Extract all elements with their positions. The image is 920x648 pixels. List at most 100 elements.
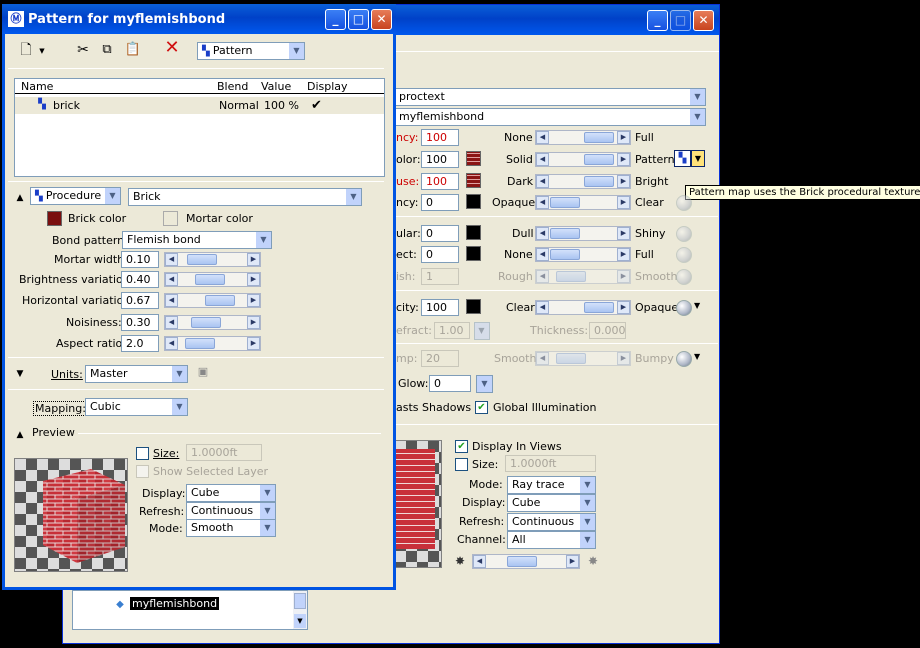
- noisiness-label: Noisiness:: [66, 316, 122, 329]
- collapse-triangle-icon[interactable]: ▲: [14, 427, 26, 443]
- specular-input[interactable]: 0: [421, 225, 459, 242]
- paste-icon[interactable]: 📋: [124, 42, 142, 58]
- new-icon[interactable]: 🗋: [16, 42, 36, 58]
- bump-input: 20: [421, 350, 459, 367]
- opacity-swatch[interactable]: [466, 299, 481, 314]
- procedure-type-dropdown[interactable]: Brick ▼: [128, 188, 362, 206]
- bond-pattern-dropdown[interactable]: Flemish bond ▼: [122, 231, 272, 249]
- row1-slider[interactable]: ◀ ▶: [535, 152, 631, 167]
- chevron-down-icon[interactable]: ▼: [294, 614, 306, 628]
- mapping-dropdown[interactable]: Cubic ▼: [85, 398, 188, 416]
- map-type-dropdown[interactable]: ▚ Pattern ▼: [197, 42, 305, 60]
- row0-slider[interactable]: ◀ ▶: [535, 130, 631, 145]
- sphere-icon: [676, 247, 692, 263]
- back-channel-value: All: [512, 533, 526, 546]
- glow-dropdown[interactable]: ▼: [476, 375, 493, 393]
- chevron-down-icon: ▼: [345, 189, 361, 205]
- preview-mode-value: Smooth: [191, 521, 234, 534]
- type-dropdown[interactable]: proctext ▼: [394, 88, 706, 106]
- tree-scrollbar[interactable]: ▼: [293, 591, 307, 629]
- back-mode-dropdown[interactable]: Ray trace ▼: [507, 476, 596, 494]
- cut-icon[interactable]: ✂: [74, 42, 92, 58]
- row2-slider[interactable]: ◀ ▶: [535, 174, 631, 189]
- back-display-dropdown[interactable]: Cube ▼: [507, 494, 596, 512]
- reflect-input[interactable]: 0: [421, 246, 459, 263]
- row7-slider[interactable]: ◀ ▶: [535, 300, 631, 315]
- copy-icon[interactable]: ⧉: [98, 42, 116, 58]
- chevron-down-icon[interactable]: ▼: [37, 43, 47, 59]
- efficiency-input[interactable]: 100: [421, 129, 459, 146]
- row3-slider[interactable]: ◀ ▶: [535, 195, 631, 210]
- tree-item-myflemishbond[interactable]: myflemishbond: [130, 597, 220, 610]
- bump-slider: ◀ ▶: [535, 351, 631, 366]
- collapse-triangle-icon[interactable]: ▲: [14, 190, 26, 206]
- reflect-swatch[interactable]: [466, 246, 481, 261]
- back-refresh-dropdown[interactable]: Continuous ▼: [507, 513, 596, 531]
- material-dropdown[interactable]: myflemishbond ▼: [394, 108, 706, 126]
- sphere-icon[interactable]: [676, 300, 692, 316]
- base-color-swatch[interactable]: [466, 151, 481, 166]
- brick-color-label: Brick color: [68, 212, 127, 225]
- noisiness-input[interactable]: 0.30: [121, 314, 159, 331]
- header-blend[interactable]: Blend: [217, 80, 248, 93]
- transparency-swatch[interactable]: [466, 194, 481, 209]
- brick-color-swatch[interactable]: [47, 211, 62, 226]
- noisiness-slider[interactable]: ◀ ▶: [164, 315, 261, 330]
- reflect-label: ect:: [396, 248, 417, 261]
- brightness-variation-slider[interactable]: ◀ ▶: [164, 272, 261, 287]
- aspect-ratio-slider[interactable]: ◀ ▶: [164, 336, 261, 351]
- row3-right-label: Clear: [635, 196, 664, 209]
- header-value[interactable]: Value: [261, 80, 291, 93]
- mortar-color-swatch[interactable]: [163, 211, 178, 226]
- lock-icon[interactable]: ▣: [196, 364, 210, 380]
- transparency-input[interactable]: 0: [421, 194, 459, 211]
- display-in-views-checkbox[interactable]: ✔: [455, 440, 468, 453]
- material-icon: ◆: [116, 599, 124, 610]
- global-illumination-checkbox[interactable]: ✔: [475, 401, 488, 414]
- glow-input[interactable]: 0: [429, 375, 471, 392]
- chevron-down-icon: ▼: [689, 109, 705, 125]
- preview-mode-dropdown[interactable]: Smooth ▼: [186, 519, 276, 537]
- preview-size-label: Size:: [153, 447, 180, 460]
- row4-slider[interactable]: ◀ ▶: [535, 226, 631, 241]
- diffuse-input[interactable]: 100: [421, 173, 459, 190]
- back-channel-dropdown[interactable]: All ▼: [507, 531, 596, 549]
- base-color-input[interactable]: 100: [421, 151, 459, 168]
- minimize-button[interactable]: _: [647, 10, 668, 31]
- close-button[interactable]: ✕: [693, 10, 714, 31]
- chevron-down-icon[interactable]: ▼: [694, 301, 700, 310]
- list-row[interactable]: ▚ brick Normal 100 % ✔: [15, 97, 384, 114]
- preview-size-checkbox[interactable]: [136, 447, 149, 460]
- brightness-variation-input[interactable]: 0.40: [121, 271, 159, 288]
- chevron-down-icon[interactable]: ▼: [694, 352, 700, 361]
- row5-slider[interactable]: ◀ ▶: [535, 247, 631, 262]
- maximize-button[interactable]: □: [348, 9, 369, 30]
- opacity-input[interactable]: 100: [421, 299, 459, 316]
- aspect-ratio-input[interactable]: 2.0: [121, 335, 159, 352]
- procedure-dropdown[interactable]: ▚ Procedure ▼: [30, 187, 121, 205]
- mortar-width-slider[interactable]: ◀ ▶: [164, 252, 261, 267]
- preview-display-dropdown[interactable]: Cube ▼: [186, 484, 276, 502]
- header-name[interactable]: Name: [21, 80, 53, 93]
- back-size-checkbox[interactable]: [455, 458, 468, 471]
- minimize-button[interactable]: _: [325, 9, 346, 30]
- diffuse-swatch[interactable]: [466, 173, 481, 188]
- preview-refresh-dropdown[interactable]: Continuous ▼: [186, 502, 276, 520]
- close-button[interactable]: ✕: [371, 9, 392, 30]
- row-display-check: ✔: [311, 98, 322, 113]
- specular-swatch[interactable]: [466, 225, 481, 240]
- horizontal-variation-slider[interactable]: ◀ ▶: [164, 293, 261, 308]
- expand-triangle-icon[interactable]: ▼: [14, 366, 26, 382]
- delete-icon[interactable]: ✕: [162, 39, 182, 57]
- units-dropdown[interactable]: Master ▼: [85, 365, 188, 383]
- maximize-button[interactable]: □: [670, 10, 691, 31]
- pattern-dropdown-arrow[interactable]: ▼: [691, 150, 705, 167]
- header-display[interactable]: Display: [307, 80, 348, 93]
- sphere-icon[interactable]: [676, 351, 692, 367]
- horizontal-variation-input[interactable]: 0.67: [121, 292, 159, 309]
- chevron-down-icon: ▼: [579, 477, 595, 493]
- chevron-down-icon: ▼: [104, 188, 120, 204]
- mortar-width-input[interactable]: 0.10: [121, 251, 159, 268]
- brightness-slider[interactable]: ◀ ▶: [472, 554, 580, 569]
- pattern-map-button[interactable]: ▚: [674, 150, 691, 167]
